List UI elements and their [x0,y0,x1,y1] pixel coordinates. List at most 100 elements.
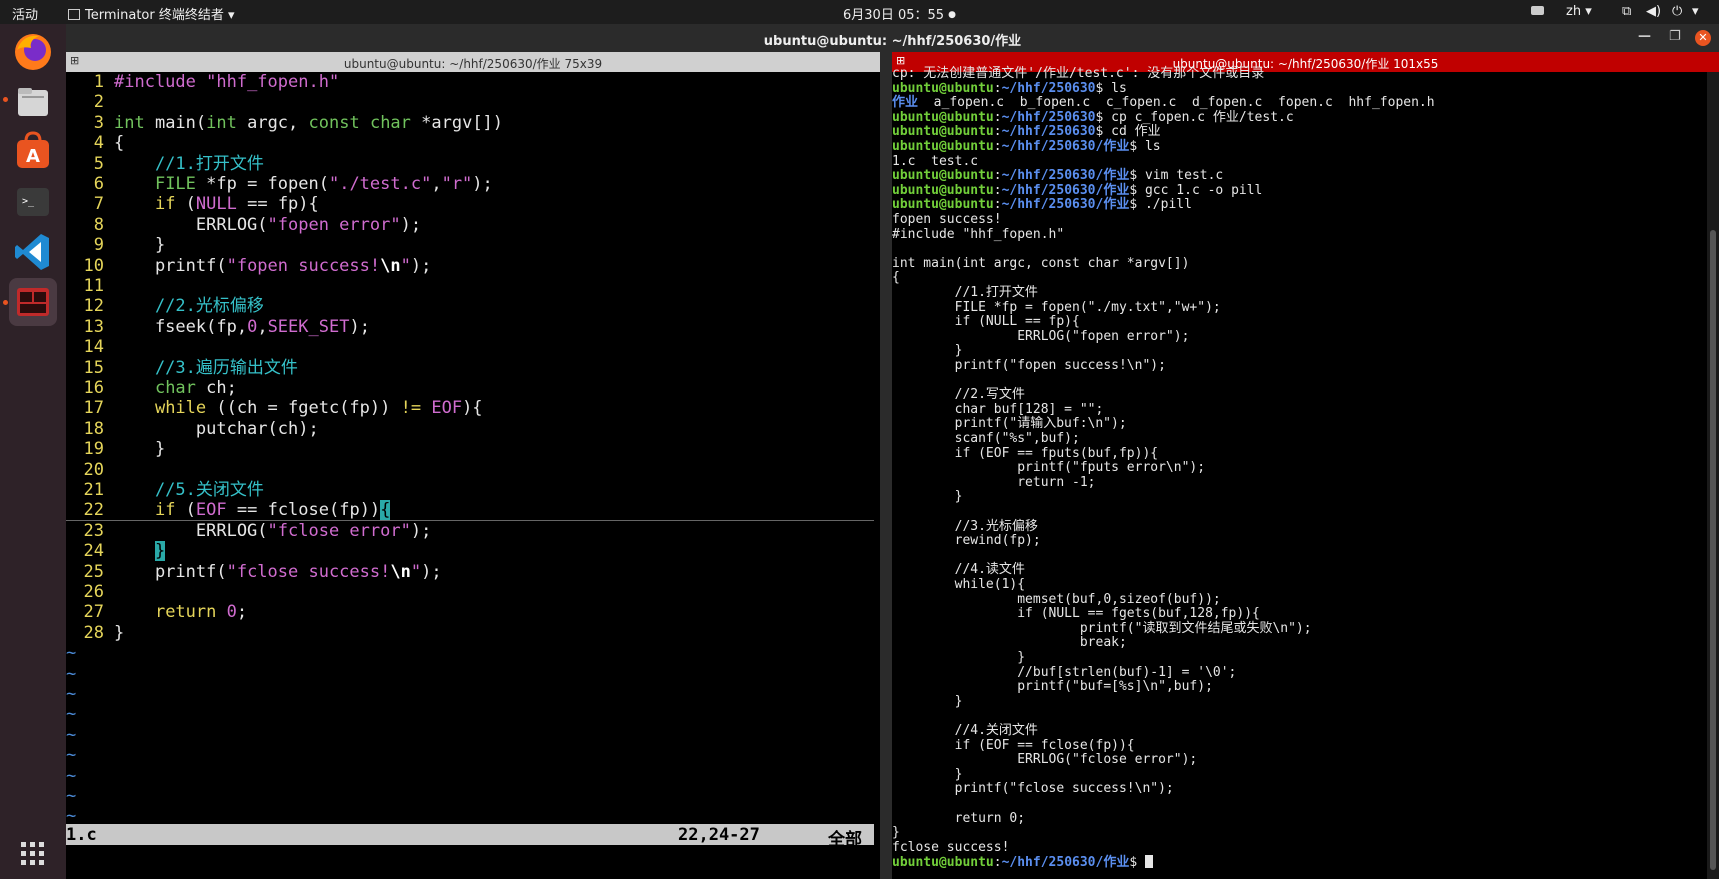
code-line-current: 22 if (EOF == fclose(fp)){ [83,500,391,521]
terminal-line: 1.c test.c [892,153,979,169]
terminal-cursor [1144,855,1153,869]
terminal-line: rewind(fp); [892,533,1041,549]
system-menu-chevron-icon[interactable]: ▾ [1692,4,1699,19]
files-icon[interactable] [9,78,57,126]
code-line: 27 return 0; [83,602,248,623]
terminal-line: 作业 a_fopen.c b_fopen.c c_fopen.c d_fopen… [892,95,1435,111]
terminal-line: ubuntu@ubuntu:~/hhf/250630$ ls [892,80,1127,96]
dock: A >_ [0,24,66,879]
vscode-icon[interactable] [9,228,57,276]
volume-icon[interactable]: ◀) [1646,4,1661,19]
terminal-prompt-line[interactable]: ubuntu@ubuntu:~/hhf/250630/作业$ [892,855,1153,870]
terminal-line: memset(buf,0,sizeof(buf)); [892,591,1221,607]
window-title: ubuntu@ubuntu: ~/hhf/250630/作业 [763,34,1022,49]
terminal-output[interactable]: cp: 无法创建普通文件'/作业/test.c': 没有那个文件或目录 ubun… [892,66,1707,879]
network-icon[interactable]: ⧉ [1622,4,1631,19]
status-cursor-position: 22,24-27 [678,825,760,845]
status-scroll-position: 全部 [828,830,862,850]
status-filename: 1.c [66,825,97,845]
terminal-line: //4.关闭文件 [892,723,1038,738]
minimize-icon[interactable]: — [1638,29,1651,44]
terminal-line: if (EOF == fputs(buf,fp)){ [892,445,1159,461]
code-line: 8 ERRLOG("fopen error"); [93,214,422,235]
code-line: 28} [83,622,125,643]
language-selector[interactable]: zh ▾ [1566,4,1592,19]
clock[interactable]: 6月30日 05：55 ● [843,4,956,23]
firefox-icon[interactable] [9,28,57,76]
empty-line-marker: ~ [66,684,77,704]
terminal-line: printf("buf=[%s]\n",buf); [892,679,1213,695]
empty-line-marker: ~ [66,663,77,684]
terminal-line: } [892,693,963,709]
pane-divider[interactable] [880,52,892,879]
power-icon[interactable]: ⏻ [1672,4,1682,19]
empty-line-marker: ~ [66,704,77,725]
terminal-line: ubuntu@ubuntu:~/hhf/250630/作业$ ./pill [892,197,1192,213]
terminal-icon[interactable]: >_ [9,178,57,226]
notification-dot-icon: ● [948,10,957,20]
clock-label: 6月30日 05：55 [843,8,945,23]
terminal-line: printf("请输入buf:\n"); [892,416,1127,432]
empty-line-marker: ~ [66,745,77,766]
app-menu[interactable]: Terminator 终端终结者 ▾ [68,4,235,23]
terminal-line: #include "hhf_fopen.h" [892,226,1065,242]
terminal-line: fopen success! [892,212,1002,227]
terminal-scrollbar[interactable] [1707,72,1719,879]
terminal-line: fclose success! [892,839,1010,855]
code-line: 6 FILE *fp = fopen("./test.c","r"); [93,174,493,194]
app-store-icon[interactable]: A [9,128,57,176]
language-label: zh [1566,4,1582,19]
terminal-line: if (NULL == fgets(buf,128,fp)){ [892,606,1260,622]
activities-button[interactable]: 活动 [12,4,38,23]
code-line: 7 if (NULL == fp){ [93,194,319,215]
terminal-line: if (NULL == fp){ [892,314,1080,330]
terminal-line: return -1; [892,474,1096,490]
code-line: 14 [83,337,104,358]
scrollbar-thumb[interactable] [1710,230,1716,870]
code-line: 10 printf("fopen success!\n"); [83,255,432,276]
code-line: 26 [83,582,104,602]
running-indicator [3,300,8,305]
code-line: 21 //5.关闭文件 [83,480,264,500]
maximize-icon[interactable]: ❐ [1669,29,1681,44]
terminal-line: printf("读取到文件结尾或失败\n"); [892,620,1312,636]
terminal-line: //4.读文件 [892,562,1025,578]
terminal-line: } [892,766,963,782]
terminal-line: ubuntu@ubuntu:~/hhf/250630/作业$ ls [892,139,1161,154]
svg-text:>_: >_ [22,196,35,207]
terminal-line: ubuntu@ubuntu:~/hhf/250630/作业$ vim test.… [892,168,1224,184]
code-line: 3 int main(int argc, const char *argv[]) [93,112,504,133]
terminator-icon[interactable] [9,278,57,326]
terminal-line: cp: 无法创建普通文件'/作业/test.c': 没有那个文件或目录 [892,66,1265,81]
terminal-line: //3.光标偏移 [892,518,1038,534]
window-titlebar[interactable]: ubuntu@ubuntu: ~/hhf/250630/作业 — ❐ ✕ [66,24,1719,52]
text-cursor: { [380,500,391,521]
terminal-line: printf("fclose success!\n"); [892,781,1174,797]
terminal-line: while(1){ [892,577,1026,592]
vim-editor[interactable]: 1 #include "hhf_fopen.h" 2 3 int main(int … [66,72,880,879]
code-line: 17 while ((ch = fgetc(fp)) != EOF){ [83,398,483,419]
code-line: 5 //1.打开文件 [93,153,264,174]
empty-line-marker: ~ [66,643,77,664]
left-pane-title: ubuntu@ubuntu: ~/hhf/250630/作业 75x39 [343,57,603,71]
svg-text:A: A [26,146,40,167]
terminal-line: //1.打开文件 [892,285,1038,300]
close-icon[interactable]: ✕ [1695,30,1711,46]
code-line: 1 #include "hhf_fopen.h" [93,72,340,92]
running-indicator [3,97,8,102]
empty-line-marker: ~ [66,786,77,806]
vim-status-line: 1.c 22,24-27 全部 [66,824,874,850]
code-line: 9 } [93,235,166,256]
top-bar: 活动 Terminator 终端终结者 ▾ 6月30日 05：55 ● zh ▾… [0,0,1719,24]
code-line: 12 //2.光标偏移 [83,296,264,317]
show-apps-grid-icon[interactable] [9,830,57,878]
terminal-line: } [892,343,963,359]
keyboard-icon[interactable] [1531,4,1544,19]
code-line: 16 char ch; [83,378,237,398]
terminal-line: } [892,650,1026,665]
terminal-line: if (EOF == fclose(fp)){ [892,737,1135,753]
chevron-down-icon: ▾ [228,8,235,23]
code-line: 24 } [83,541,166,562]
left-pane-titlebar[interactable]: ⊞ ubuntu@ubuntu: ~/hhf/250630/作业 75x39 [66,52,880,72]
empty-line-marker: ~ [66,724,77,745]
